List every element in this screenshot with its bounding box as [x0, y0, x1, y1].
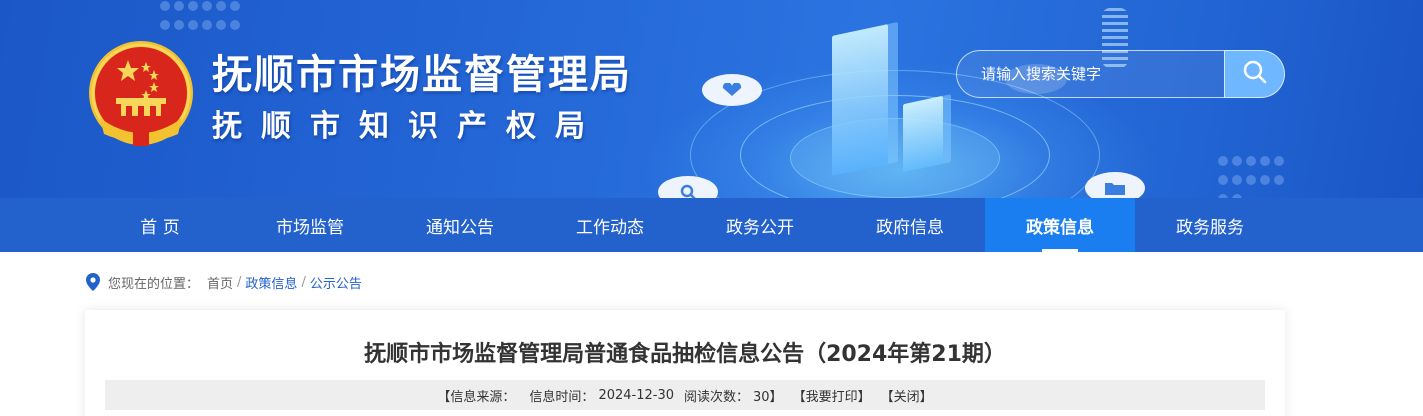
decorative-dots [1218, 155, 1288, 198]
meta-source-label: 【信息来源： [437, 389, 516, 405]
header-banner: 抚顺市市场监督管理局 抚顺市知识产权局 [0, 0, 1423, 198]
nav-item-government-services[interactable]: 政务服务 [1135, 198, 1285, 252]
nav-item-notices[interactable]: 通知公告 [385, 198, 535, 252]
meta-time-value: 2024-12-30 [598, 387, 674, 403]
breadcrumb-home[interactable]: 首页 [207, 273, 233, 292]
search-input[interactable] [956, 50, 1224, 98]
breadcrumb-separator: / [237, 274, 242, 290]
breadcrumb-separator: / [301, 274, 306, 290]
site-subtitle: 抚顺市知识产权局 [212, 109, 604, 144]
banner-ring [790, 118, 1000, 198]
nav-item-work-news[interactable]: 工作动态 [535, 198, 685, 252]
decorative-dots [160, 0, 250, 38]
location-pin-icon [86, 273, 100, 291]
close-button[interactable]: 【关闭】 [881, 386, 933, 405]
nav-item-government-affairs[interactable]: 政务公开 [685, 198, 835, 252]
article-panel: 抚顺市市场监督管理局普通食品抽检信息公告（2024年第21期） 【信息来源： 信… [85, 310, 1285, 416]
main-nav: 首 页 市场监管 通知公告 工作动态 政务公开 政府信息 政策信息 政务服务 [0, 198, 1423, 252]
book-icon [832, 24, 888, 176]
search-icon [1242, 59, 1268, 89]
book-icon [903, 95, 943, 173]
search-box [956, 50, 1285, 98]
folder-bubble-icon [1085, 172, 1145, 198]
article-title: 抚顺市市场监督管理局普通食品抽检信息公告（2024年第21期） [364, 342, 1006, 367]
print-button[interactable]: 【我要打印】 [793, 386, 871, 405]
meta-reads-label: 阅读次数： [684, 389, 750, 405]
nav-item-market-regulation[interactable]: 市场监管 [235, 198, 385, 252]
heart-bubble-icon [702, 74, 762, 106]
breadcrumb: 您现在的位置： 首页 / 政策信息 / 公示公告 [86, 272, 362, 292]
meta-time-label: 信息时间： [529, 389, 595, 405]
nav-item-policy-info[interactable]: 政策信息 [985, 198, 1135, 252]
national-emblem-icon [86, 38, 196, 148]
nav-item-government-info[interactable]: 政府信息 [835, 198, 985, 252]
breadcrumb-public-notices[interactable]: 公示公告 [310, 273, 362, 292]
breadcrumb-policy-info[interactable]: 政策信息 [245, 273, 297, 292]
nav-item-home[interactable]: 首 页 [85, 198, 235, 252]
breadcrumb-prefix: 您现在的位置： [108, 276, 200, 292]
article-meta-bar: 【信息来源： 信息时间： 2024-12-30 阅读次数： 30】 【我要打印】… [105, 380, 1265, 410]
meta-reads-value: 30】 [753, 389, 783, 405]
site-title: 抚顺市市场监督管理局 [212, 52, 632, 98]
search-button[interactable] [1224, 50, 1285, 98]
